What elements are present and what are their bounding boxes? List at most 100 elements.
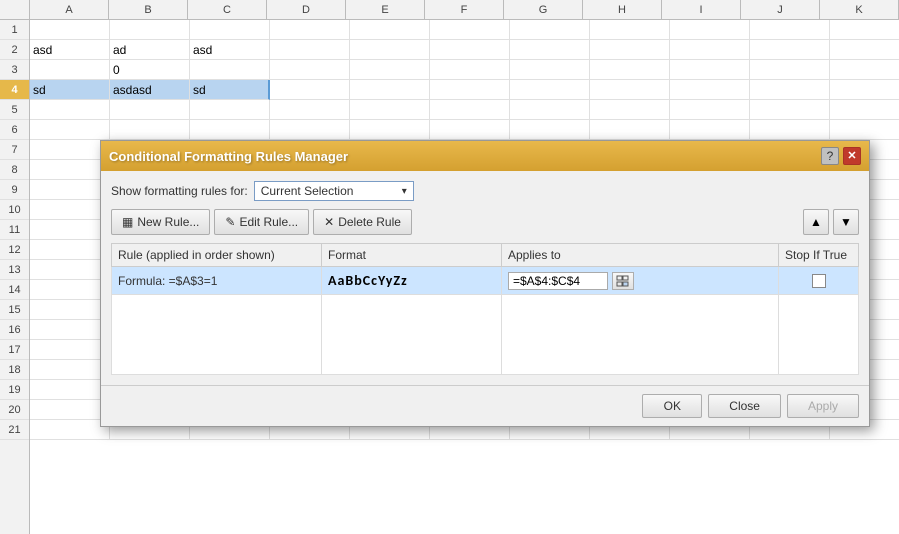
cell-d4[interactable] bbox=[270, 80, 350, 100]
rule-range-input[interactable] bbox=[508, 272, 608, 290]
col-header-stop: Stop If True bbox=[779, 244, 859, 267]
row-num-15[interactable]: 15 bbox=[0, 300, 29, 320]
cell-k3[interactable] bbox=[830, 60, 899, 80]
cell-j3[interactable] bbox=[750, 60, 830, 80]
row-num-12[interactable]: 12 bbox=[0, 240, 29, 260]
close-button[interactable]: Close bbox=[708, 394, 781, 418]
row-num-2[interactable]: 2 bbox=[0, 40, 29, 60]
row-num-11[interactable]: 11 bbox=[0, 220, 29, 240]
cell-a1[interactable] bbox=[30, 20, 110, 40]
row-num-4[interactable]: 4 bbox=[0, 80, 29, 100]
delete-rule-icon: ✕ bbox=[324, 215, 334, 229]
row-num-13[interactable]: 13 bbox=[0, 260, 29, 280]
cell-e3[interactable] bbox=[350, 60, 430, 80]
delete-rule-button[interactable]: ✕ Delete Rule bbox=[313, 209, 412, 235]
cell-c1[interactable] bbox=[190, 20, 270, 40]
cell-h2[interactable] bbox=[590, 40, 670, 60]
cell-f2[interactable] bbox=[430, 40, 510, 60]
col-header-h[interactable]: H bbox=[583, 0, 662, 19]
new-rule-button[interactable]: ▦ New Rule... bbox=[111, 209, 210, 235]
help-button[interactable]: ? bbox=[821, 147, 839, 165]
rule-row[interactable]: Formula: =$A$3=1 AaBbCcYyZz bbox=[112, 267, 859, 295]
cell-e4[interactable] bbox=[350, 80, 430, 100]
col-header-i[interactable]: I bbox=[662, 0, 741, 19]
cell-b3[interactable]: 0 bbox=[110, 60, 190, 80]
cell-g2[interactable] bbox=[510, 40, 590, 60]
cell-h1[interactable] bbox=[590, 20, 670, 40]
cell-f1[interactable] bbox=[430, 20, 510, 40]
cell-i2[interactable] bbox=[670, 40, 750, 60]
ok-button[interactable]: OK bbox=[642, 394, 702, 418]
edit-rule-button[interactable]: ✎ Edit Rule... bbox=[214, 209, 309, 235]
row-num-6[interactable]: 6 bbox=[0, 120, 29, 140]
row-num-10[interactable]: 10 bbox=[0, 200, 29, 220]
cell-k4[interactable] bbox=[830, 80, 899, 100]
row-num-17[interactable]: 17 bbox=[0, 340, 29, 360]
cell-e1[interactable] bbox=[350, 20, 430, 40]
cell-e2[interactable] bbox=[350, 40, 430, 60]
row-num-5[interactable]: 5 bbox=[0, 100, 29, 120]
dropdown-arrow-icon: ▾ bbox=[402, 186, 407, 197]
cell-i4[interactable] bbox=[670, 80, 750, 100]
col-header-f[interactable]: F bbox=[425, 0, 504, 19]
show-rules-dropdown[interactable]: Current Selection ▾ bbox=[254, 181, 414, 201]
cell-a4[interactable]: sd bbox=[30, 80, 110, 100]
rule-stop-cell bbox=[779, 267, 859, 295]
cell-d1[interactable] bbox=[270, 20, 350, 40]
close-x-button[interactable]: ✕ bbox=[843, 147, 861, 165]
cell-h4[interactable] bbox=[590, 80, 670, 100]
cell-d3[interactable] bbox=[270, 60, 350, 80]
row-num-18[interactable]: 18 bbox=[0, 360, 29, 380]
row-num-3[interactable]: 3 bbox=[0, 60, 29, 80]
row-num-16[interactable]: 16 bbox=[0, 320, 29, 340]
cell-h3[interactable] bbox=[590, 60, 670, 80]
move-down-button[interactable]: ▼ bbox=[833, 209, 859, 235]
cell-c3[interactable] bbox=[190, 60, 270, 80]
col-header-a[interactable]: A bbox=[30, 0, 109, 19]
row-num-19[interactable]: 19 bbox=[0, 380, 29, 400]
cell-g1[interactable] bbox=[510, 20, 590, 40]
cell-i3[interactable] bbox=[670, 60, 750, 80]
cell-g3[interactable] bbox=[510, 60, 590, 80]
row-num-14[interactable]: 14 bbox=[0, 280, 29, 300]
cell-j4[interactable] bbox=[750, 80, 830, 100]
range-select-button[interactable] bbox=[612, 272, 634, 290]
cell-c2[interactable]: asd bbox=[190, 40, 270, 60]
row-num-1[interactable]: 1 bbox=[0, 20, 29, 40]
row-num-21[interactable]: 21 bbox=[0, 420, 29, 440]
cell-i1[interactable] bbox=[670, 20, 750, 40]
cell-a2[interactable]: asd bbox=[30, 40, 110, 60]
row-num-20[interactable]: 20 bbox=[0, 400, 29, 420]
col-header-e[interactable]: E bbox=[346, 0, 425, 19]
col-header-b[interactable]: B bbox=[109, 0, 188, 19]
cell-j1[interactable] bbox=[750, 20, 830, 40]
toolbar-row: ▦ New Rule... ✎ Edit Rule... ✕ Delete Ru… bbox=[111, 209, 859, 235]
cell-j2[interactable] bbox=[750, 40, 830, 60]
row-num-8[interactable]: 8 bbox=[0, 160, 29, 180]
row-num-9[interactable]: 9 bbox=[0, 180, 29, 200]
cell-g4[interactable] bbox=[510, 80, 590, 100]
cell-k1[interactable] bbox=[830, 20, 899, 40]
stop-if-true-checkbox[interactable] bbox=[812, 274, 826, 288]
show-rules-row: Show formatting rules for: Current Selec… bbox=[111, 181, 859, 201]
cell-d2[interactable] bbox=[270, 40, 350, 60]
col-header-d[interactable]: D bbox=[267, 0, 346, 19]
col-header-format: Format bbox=[322, 244, 502, 267]
move-up-button[interactable]: ▲ bbox=[803, 209, 829, 235]
apply-button[interactable]: Apply bbox=[787, 394, 859, 418]
col-header-k[interactable]: K bbox=[820, 0, 899, 19]
cell-a5[interactable] bbox=[30, 100, 110, 120]
cell-b1[interactable] bbox=[110, 20, 190, 40]
cell-b4[interactable]: asdasd bbox=[110, 80, 190, 100]
cell-f4[interactable] bbox=[430, 80, 510, 100]
cell-k2[interactable] bbox=[830, 40, 899, 60]
cell-c4[interactable]: sd bbox=[190, 80, 270, 100]
cell-b2[interactable]: ad bbox=[110, 40, 190, 60]
col-header-g[interactable]: G bbox=[504, 0, 583, 19]
cell-a3[interactable] bbox=[30, 60, 110, 80]
row-num-7[interactable]: 7 bbox=[0, 140, 29, 160]
col-header-j[interactable]: J bbox=[741, 0, 820, 19]
cell-f3[interactable] bbox=[430, 60, 510, 80]
col-header-c[interactable]: C bbox=[188, 0, 267, 19]
range-select-icon bbox=[616, 275, 630, 287]
